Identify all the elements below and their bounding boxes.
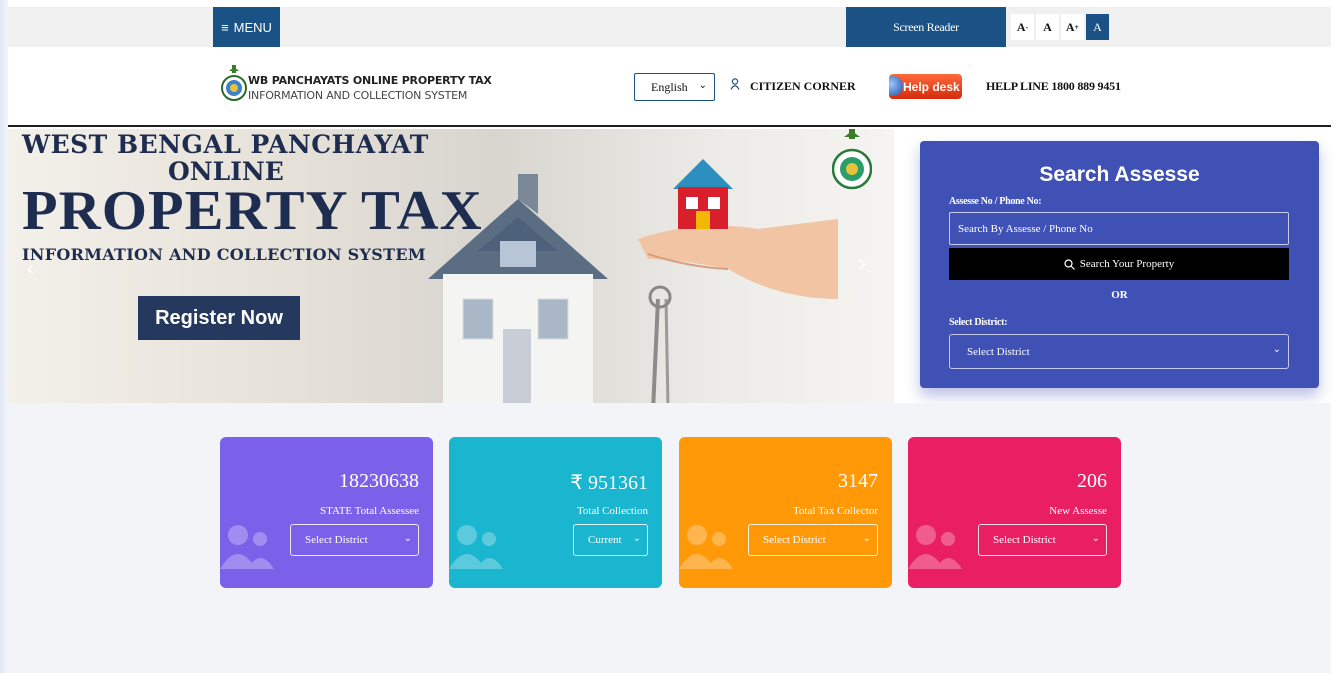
search-icon (1064, 258, 1075, 270)
brand-title: WB PANCHAYATS ONLINE PROPERTY TAX (248, 74, 492, 87)
search-property-button[interactable]: Search Your Property (949, 248, 1289, 280)
district-selected: Select District (967, 345, 1030, 358)
people-icon (908, 525, 962, 569)
chevron-down-icon: ⌄ (403, 533, 412, 544)
language-selected: English (651, 79, 688, 94)
stat-card-state-total-assessee: 18230638 STATE Total Assessee Select Dis… (220, 437, 433, 588)
stat-period-select[interactable]: Current ⌄ (573, 524, 648, 556)
hand-with-keys-illustration (638, 159, 838, 403)
stat-district-select[interactable]: Select District ⌄ (290, 524, 419, 556)
stat-value: 3147 (838, 470, 878, 492)
chevron-down-icon: ⌄ (1272, 344, 1281, 355)
menu-button[interactable]: ≡ MENU (213, 7, 280, 47)
assesse-search-input[interactable] (949, 212, 1289, 245)
register-label: Register Now (155, 306, 283, 329)
helpdesk-button[interactable]: Help desk (889, 74, 962, 99)
menu-label: MENU (233, 19, 272, 35)
font-normal-button[interactable]: A (1036, 14, 1059, 40)
register-now-button[interactable]: Register Now (138, 296, 300, 340)
people-icon (449, 525, 503, 569)
wb-emblem-logo[interactable] (221, 65, 247, 103)
hamburger-icon: ≡ (221, 19, 229, 35)
search-button-label: Search Your Property (1079, 258, 1175, 270)
or-separator: OR (1111, 289, 1128, 301)
carousel-prev-icon[interactable]: ‹ (26, 257, 35, 282)
high-contrast-button[interactable]: A (1086, 14, 1109, 40)
people-icon (220, 525, 274, 569)
screen-reader-label: Screen Reader (893, 19, 959, 34)
left-edge-strip (0, 0, 8, 673)
carousel-next-icon[interactable]: › (857, 249, 867, 279)
stat-card-new-assesse: 206 New Assesse Select District ⌄ (908, 437, 1121, 588)
assesse-field-label: Assesse No / Phone No: (949, 196, 1042, 207)
hero-line-1: WEST BENGAL PANCHAYAT (22, 130, 429, 159)
font-increase-button[interactable]: A + (1061, 14, 1084, 40)
site-header: WB PANCHAYATS ONLINE PROPERTY TAX INFORM… (8, 47, 1331, 127)
stat-district-select[interactable]: Select District ⌄ (978, 524, 1107, 556)
top-bar: ≡ MENU Screen Reader A- A A + A (8, 7, 1331, 47)
chevron-down-icon: ⌄ (862, 533, 871, 544)
stat-value: 206 (1077, 470, 1107, 492)
district-field-label: Select District: (949, 317, 1008, 328)
chevron-down-icon: ⌄ (1091, 533, 1100, 544)
stat-value: ₹ 951361 (570, 472, 648, 494)
people-icon (679, 525, 733, 569)
helpline-number: HELP LINE 1800 889 9451 (986, 79, 1121, 93)
chevron-down-icon: ⌄ (698, 80, 707, 91)
hero-line-4: INFORMATION AND COLLECTION SYSTEM (22, 245, 426, 264)
chevron-down-icon: ⌄ (632, 533, 641, 544)
language-select[interactable]: English ⌄ (634, 73, 715, 101)
brand-subtitle: INFORMATION AND COLLECTION SYSTEM (248, 89, 468, 102)
stat-card-total-tax-collector: 3147 Total Tax Collector Select District… (679, 437, 892, 588)
screen-reader-button[interactable]: Screen Reader (846, 7, 1006, 47)
stat-select-value: Select District (305, 534, 368, 546)
stat-label: Total Collection (576, 505, 648, 517)
search-assesse-panel: Search Assesse Assesse No / Phone No: Se… (920, 141, 1319, 388)
hero-banner: WEST BENGAL PANCHAYAT ONLINE PROPERTY TA… (8, 129, 894, 403)
district-select[interactable]: Select District ⌄ (949, 334, 1289, 369)
citizen-corner-label: CITIZEN CORNER (750, 78, 856, 93)
government-seal-icon (832, 129, 872, 190)
citizen-corner-link[interactable]: CITIZEN CORNER (730, 78, 856, 94)
font-decrease-button[interactable]: A- (1011, 14, 1034, 40)
stat-district-select[interactable]: Select District ⌄ (748, 524, 878, 556)
hero-line-3: PROPERTY TAX (22, 180, 483, 242)
user-icon (730, 78, 740, 94)
stat-select-value: Select District (763, 534, 826, 546)
stat-select-value: Select District (993, 534, 1056, 546)
stat-label: New Assesse (1049, 505, 1107, 517)
stat-card-total-collection: ₹ 951361 Total Collection Current ⌄ (449, 437, 662, 588)
search-panel-title: Search Assesse (1039, 163, 1200, 186)
stat-value: 18230638 (339, 470, 419, 492)
stat-label: Total Tax Collector (792, 505, 878, 517)
stat-label: STATE Total Assessee (320, 505, 419, 517)
font-size-controls: A- A A + A (1011, 14, 1111, 40)
helpdesk-label: Help desk (903, 79, 960, 94)
stats-section (8, 403, 1331, 673)
stat-select-value: Current (588, 534, 622, 546)
